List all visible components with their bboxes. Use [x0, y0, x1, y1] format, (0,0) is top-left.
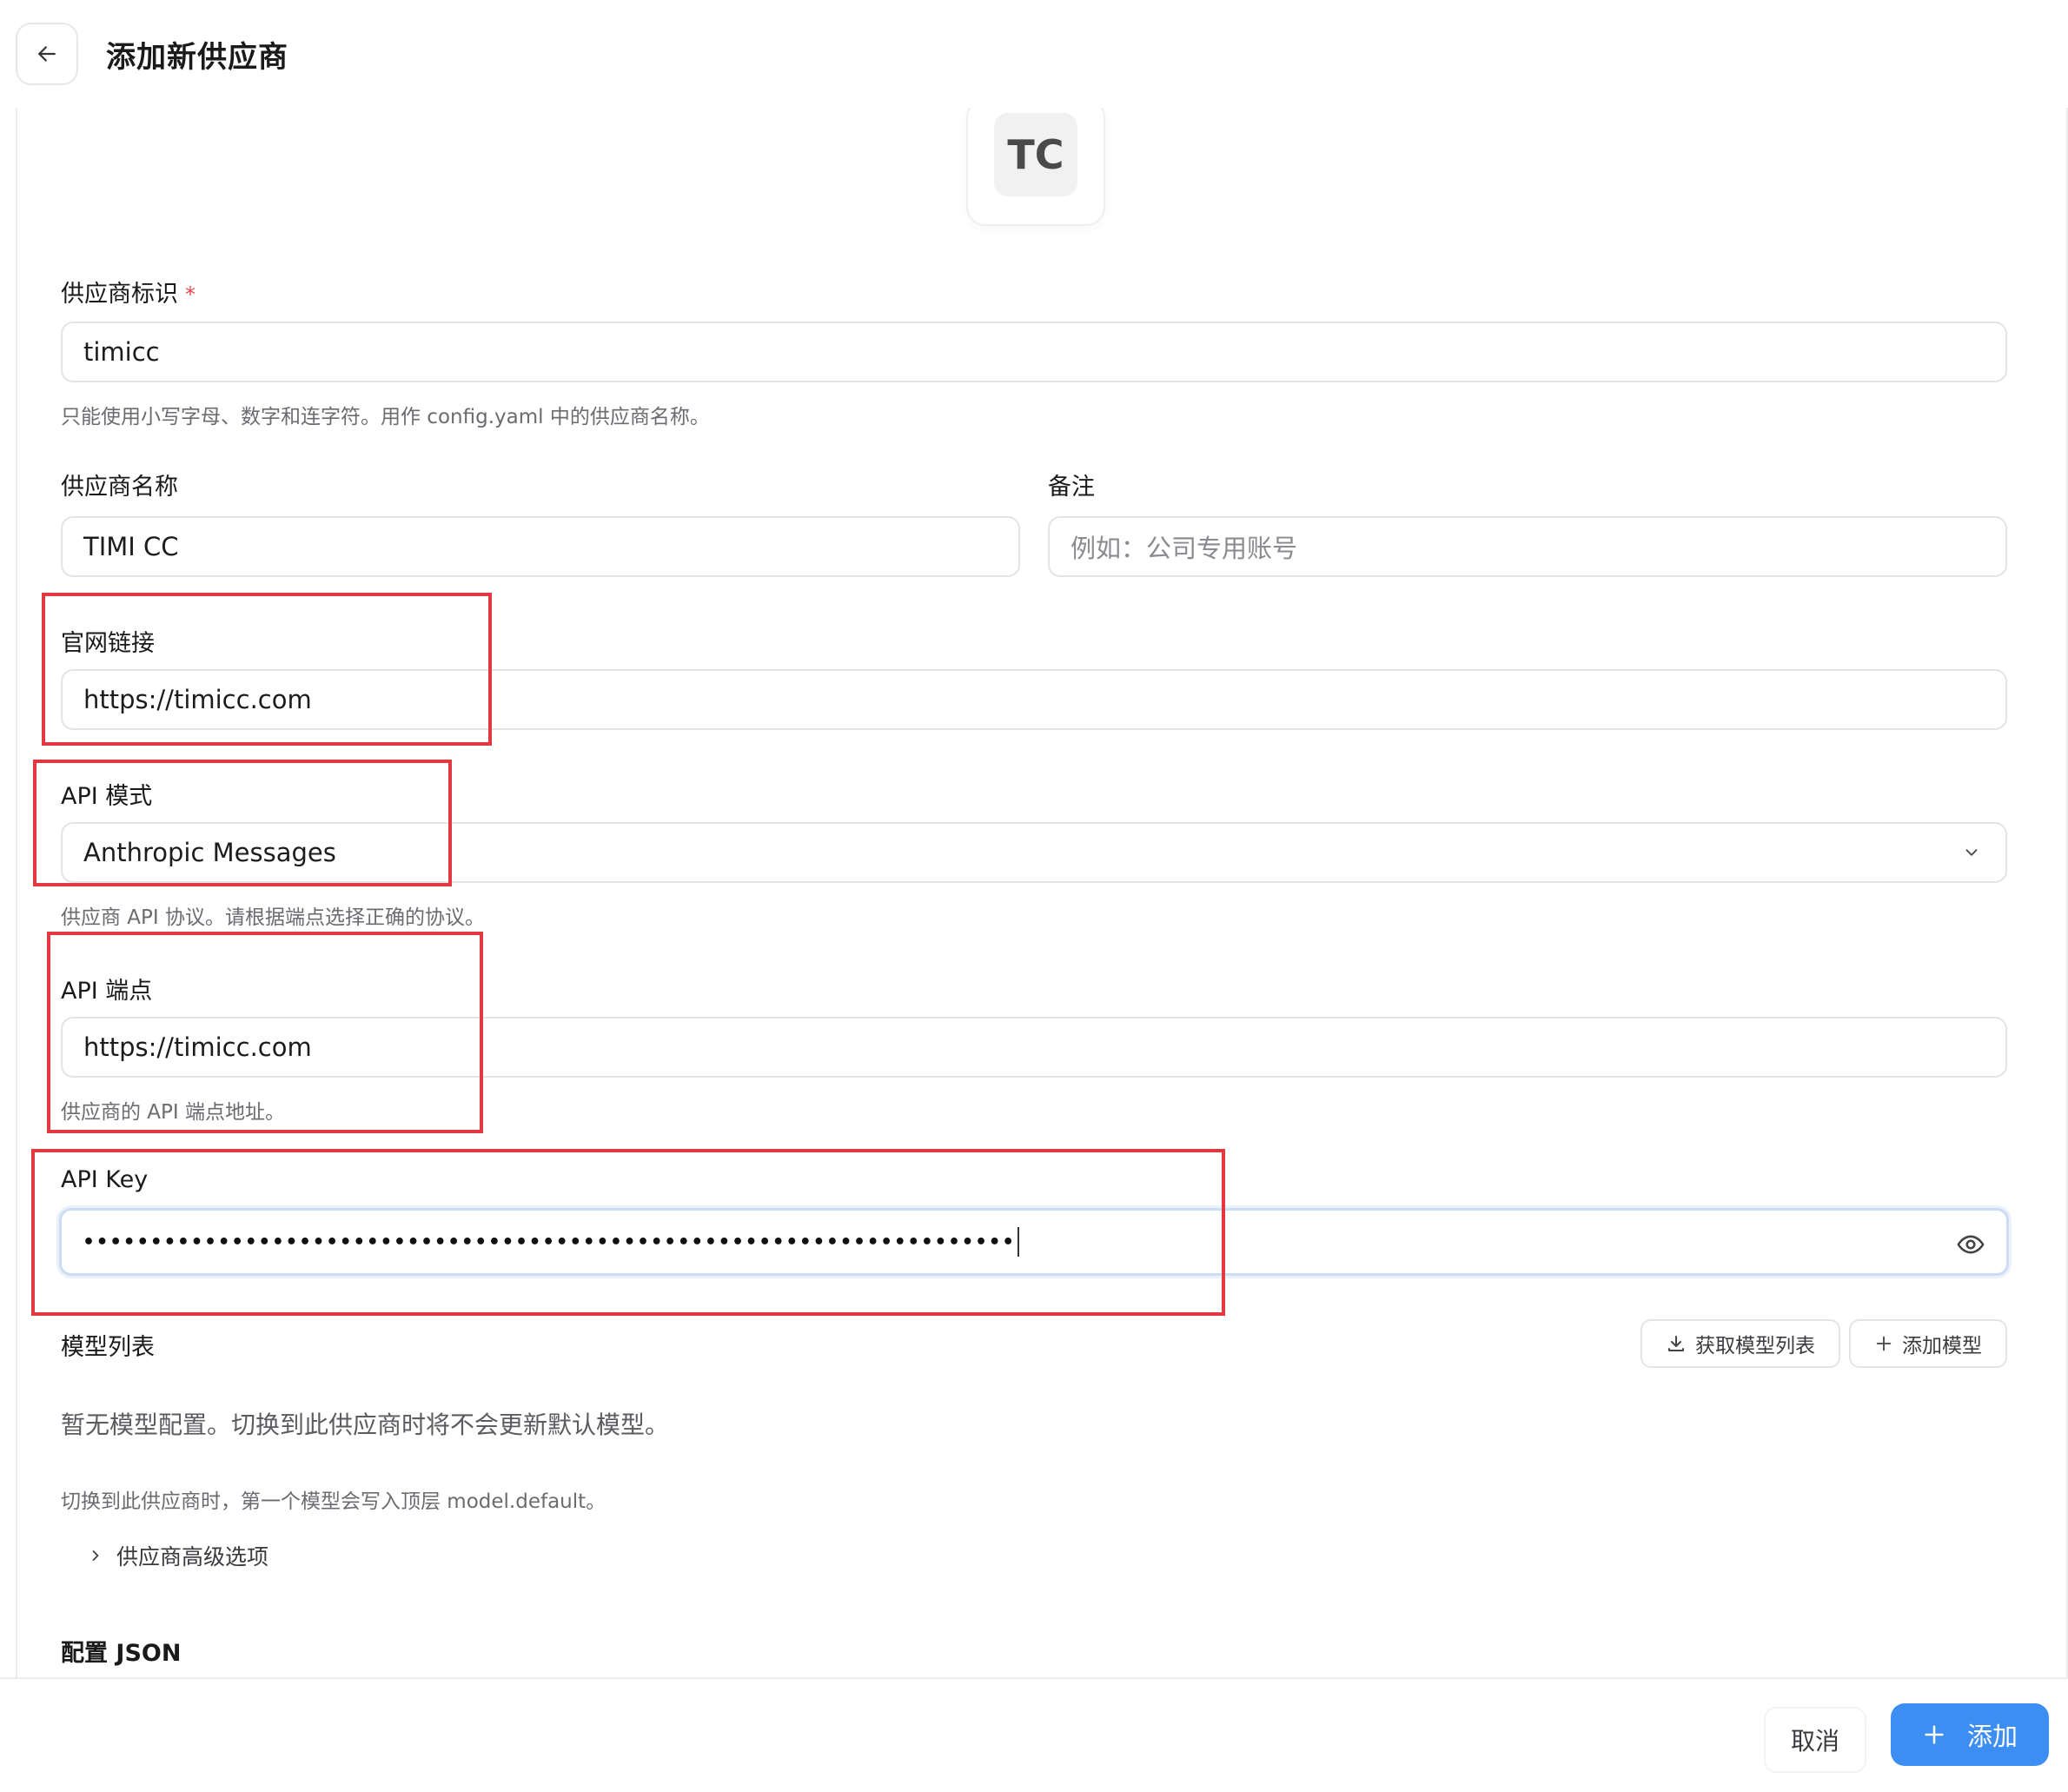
add-model-button[interactable]: 添加模型 [1849, 1319, 2007, 1368]
provider-id-label: 供应商标识 * [61, 281, 196, 308]
api-key-input[interactable]: ••••••••••••••••••••••••••••••••••••••••… [59, 1208, 2009, 1276]
page-header: 添加新供应商 [0, 0, 2068, 108]
provider-name-input[interactable]: TIMI CC [61, 516, 1020, 577]
api-endpoint-help: 供应商的 API 端点地址。 [61, 1101, 286, 1124]
eye-icon[interactable] [1956, 1230, 1985, 1259]
text-caret [1017, 1227, 1019, 1257]
provider-id-input[interactable]: timicc [61, 322, 2007, 382]
plus-icon [1876, 1336, 1892, 1351]
model-list-title: 模型列表 [61, 1334, 155, 1361]
note-input[interactable]: 例如：公司专用账号 [1048, 516, 2007, 577]
api-endpoint-input[interactable]: https://timicc.com [61, 1017, 2007, 1078]
api-endpoint-label: API 端点 [61, 978, 153, 1005]
api-mode-label: API 模式 [61, 783, 153, 810]
website-input[interactable]: https://timicc.com [61, 669, 2007, 730]
api-key-label: API Key [61, 1166, 149, 1193]
advanced-options-toggle[interactable]: 供应商高级选项 [87, 1540, 268, 1571]
provider-form: TC 供应商标识 * timicc 只能使用小写字母、数字和连字符。用作 conf… [16, 108, 2068, 1677]
note-label: 备注 [1048, 474, 1095, 501]
models-help: 切换到此供应商时，第一个模型会写入顶层 model.default。 [61, 1490, 606, 1513]
download-icon [1668, 1336, 1684, 1351]
api-key-masked-value: ••••••••••••••••••••••••••••••••••••••••… [83, 1231, 1016, 1253]
api-mode-help: 供应商 API 协议。请根据端点选择正确的协议。 [61, 906, 486, 929]
plus-icon [1925, 1725, 1944, 1744]
fetch-models-button[interactable]: 获取模型列表 [1640, 1319, 1840, 1368]
provider-id-help: 只能使用小写字母、数字和连字符。用作 config.yaml 中的供应商名称。 [61, 406, 710, 428]
provider-name-label: 供应商名称 [61, 474, 178, 501]
arrow-left-icon [38, 46, 56, 62]
required-mark: * [185, 282, 196, 307]
avatar-initials: TC [994, 113, 1077, 196]
page-title: 添加新供应商 [106, 40, 288, 75]
config-json-title: 配置 JSON [61, 1640, 182, 1667]
provider-avatar[interactable]: TC [966, 108, 1105, 226]
api-mode-select[interactable]: Anthropic Messages [61, 822, 2007, 883]
website-label: 官网链接 [61, 630, 155, 657]
chevron-down-icon [1965, 849, 1978, 856]
cancel-button[interactable]: 取消 [1764, 1707, 1866, 1773]
back-button[interactable] [16, 23, 78, 85]
footer-bar: 取消 添加 [0, 1677, 2068, 1792]
chevron-right-icon [92, 1550, 99, 1561]
models-empty-text: 暂无模型配置。切换到此供应商时将不会更新默认模型。 [61, 1410, 670, 1439]
add-button[interactable]: 添加 [1891, 1703, 2049, 1766]
